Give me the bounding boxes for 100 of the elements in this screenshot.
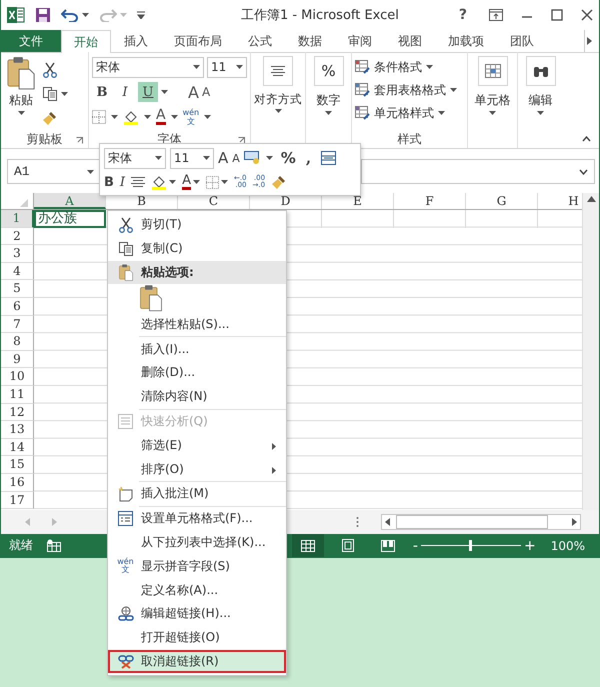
borders-icon[interactable] xyxy=(92,110,106,124)
caret-icon[interactable] xyxy=(111,115,118,119)
caret-icon[interactable] xyxy=(161,90,168,94)
save-icon[interactable] xyxy=(35,7,51,23)
menu-item[interactable]: 从下拉列表中选择(K)... xyxy=(108,530,286,554)
column-header[interactable]: G xyxy=(466,193,538,209)
row-header[interactable]: 13 xyxy=(1,421,34,439)
row-header[interactable]: 14 xyxy=(1,438,34,456)
splitter-icon[interactable] xyxy=(356,516,359,528)
editing-button[interactable]: 编辑 xyxy=(524,56,558,130)
caret-icon[interactable] xyxy=(266,156,273,160)
phonetic-button[interactable]: wén 文 xyxy=(182,108,200,126)
ribbon-tab[interactable]: 数据 xyxy=(285,30,335,52)
scroll-right-icon[interactable] xyxy=(587,37,592,45)
caret-icon[interactable] xyxy=(155,156,162,160)
caret-icon[interactable] xyxy=(450,88,457,92)
fill-color-icon[interactable] xyxy=(151,174,168,190)
copy-icon[interactable] xyxy=(42,86,58,102)
alignment-button[interactable]: 对齐方式 xyxy=(254,56,302,130)
format-table-icon[interactable] xyxy=(321,151,336,165)
ribbon-tab[interactable]: 视图 xyxy=(385,30,435,52)
caret-icon[interactable] xyxy=(170,115,178,119)
caret-icon[interactable] xyxy=(438,111,445,115)
cells-button[interactable]: 单元格 xyxy=(472,56,512,130)
caret-icon[interactable] xyxy=(18,111,24,115)
caret-icon[interactable] xyxy=(220,180,228,184)
clipboard-icon[interactable] xyxy=(6,56,36,90)
caret-icon[interactable] xyxy=(426,65,433,69)
percent-button[interactable]: % xyxy=(280,149,296,167)
row-header[interactable]: 4 xyxy=(1,262,34,280)
grow-font-button[interactable]: A xyxy=(218,149,228,167)
font-name-field[interactable]: 宋体 xyxy=(92,56,204,78)
accounting-format-icon[interactable] xyxy=(244,151,262,165)
maximize-icon[interactable] xyxy=(551,9,563,21)
number-button[interactable]: % 数字 xyxy=(312,56,346,130)
row-header[interactable]: 16 xyxy=(1,474,34,492)
row-header[interactable]: 15 xyxy=(1,456,34,474)
ribbon-display-icon[interactable] xyxy=(489,9,503,21)
format-painter-icon[interactable] xyxy=(42,110,58,126)
caret-icon[interactable] xyxy=(274,109,282,113)
ribbon-tab[interactable]: 文件 xyxy=(1,30,61,52)
row-header[interactable]: 17 xyxy=(1,492,34,510)
caret-icon[interactable] xyxy=(204,115,212,119)
styles-button[interactable]: 套用表格格式 xyxy=(355,79,464,101)
ribbon-tab[interactable]: 公式 xyxy=(235,30,285,52)
menu-item[interactable]: 定义名称(A)... xyxy=(108,578,286,602)
ribbon-tab[interactable]: 插入 xyxy=(111,30,161,52)
font-style-button[interactable]: I xyxy=(115,82,135,102)
menu-item[interactable]: 编辑超链接(H)... xyxy=(108,602,286,626)
styles-button[interactable]: 单元格样式 xyxy=(355,102,464,124)
ribbon-tab[interactable]: 开始 xyxy=(61,30,111,53)
format-painter-icon[interactable] xyxy=(271,174,288,190)
zoom-out-button[interactable]: - xyxy=(410,538,421,554)
caret-icon[interactable] xyxy=(193,65,200,69)
menu-item[interactable]: 打开超链接(O) xyxy=(108,626,286,650)
fill-color-icon[interactable] xyxy=(123,109,139,125)
dialog-launcher-icon[interactable] xyxy=(238,137,245,144)
clipboard-icon[interactable] xyxy=(118,264,134,281)
dialog-launcher-icon[interactable] xyxy=(76,137,83,144)
paste-option-icon[interactable] xyxy=(139,284,163,312)
scissors-icon[interactable] xyxy=(42,62,58,78)
caret-icon[interactable] xyxy=(192,180,200,184)
italic-button[interactable]: I xyxy=(120,174,126,190)
scroll-right-icon[interactable] xyxy=(572,518,577,526)
customize-toolbar-icon[interactable] xyxy=(137,11,145,19)
font-size-field[interactable]: 11 xyxy=(170,148,214,168)
expand-icon[interactable] xyxy=(579,168,588,174)
macro-record-icon[interactable] xyxy=(47,539,61,552)
row-header[interactable]: 8 xyxy=(1,333,34,351)
table-cell[interactable]: 办公族 xyxy=(34,210,106,228)
menu-item[interactable]: 插入批注(M) xyxy=(108,482,286,506)
row-header[interactable]: 6 xyxy=(1,298,34,316)
font-style-button[interactable]: B xyxy=(92,82,112,102)
menu-item[interactable]: 插入(I)... xyxy=(108,337,286,361)
font-name-field[interactable]: 宋体 xyxy=(104,148,166,168)
menu-item[interactable]: 筛选(E) xyxy=(108,433,286,458)
ribbon-tab[interactable]: 团队 xyxy=(497,30,547,52)
formula-field[interactable] xyxy=(361,159,595,184)
caret-icon[interactable] xyxy=(144,115,151,119)
horizontal-scrollbar[interactable] xyxy=(381,514,581,530)
caret-icon[interactable] xyxy=(236,65,243,69)
close-icon[interactable] xyxy=(581,9,593,21)
caret-icon[interactable] xyxy=(61,92,68,96)
menu-item[interactable]: 选择性粘贴(S)... xyxy=(108,312,286,336)
paste-button[interactable]: 粘贴 xyxy=(4,56,38,130)
zoom-in-button[interactable]: + xyxy=(520,538,539,554)
menu-item[interactable]: 设置单元格格式(F)... xyxy=(108,506,286,531)
caret-icon[interactable] xyxy=(87,170,94,174)
vertical-scrollbar[interactable] xyxy=(582,193,599,510)
collapse-ribbon-icon[interactable] xyxy=(582,136,591,142)
menu-item[interactable]: 剪切(T) xyxy=(108,213,286,237)
font-size-field[interactable]: 11 xyxy=(207,56,247,78)
ribbon-tab[interactable]: 页面布局 xyxy=(161,30,235,52)
menu-item[interactable]: 清除内容(N) xyxy=(108,384,286,409)
row-header[interactable]: 7 xyxy=(1,316,34,334)
menu-item[interactable]: 删除(D)... xyxy=(108,360,286,385)
shrink-font-button[interactable]: A xyxy=(202,85,210,99)
copy-icon[interactable] xyxy=(118,240,134,257)
shrink-font-button[interactable]: A xyxy=(232,152,240,164)
menu-item[interactable]: 复制(C) xyxy=(108,236,286,261)
